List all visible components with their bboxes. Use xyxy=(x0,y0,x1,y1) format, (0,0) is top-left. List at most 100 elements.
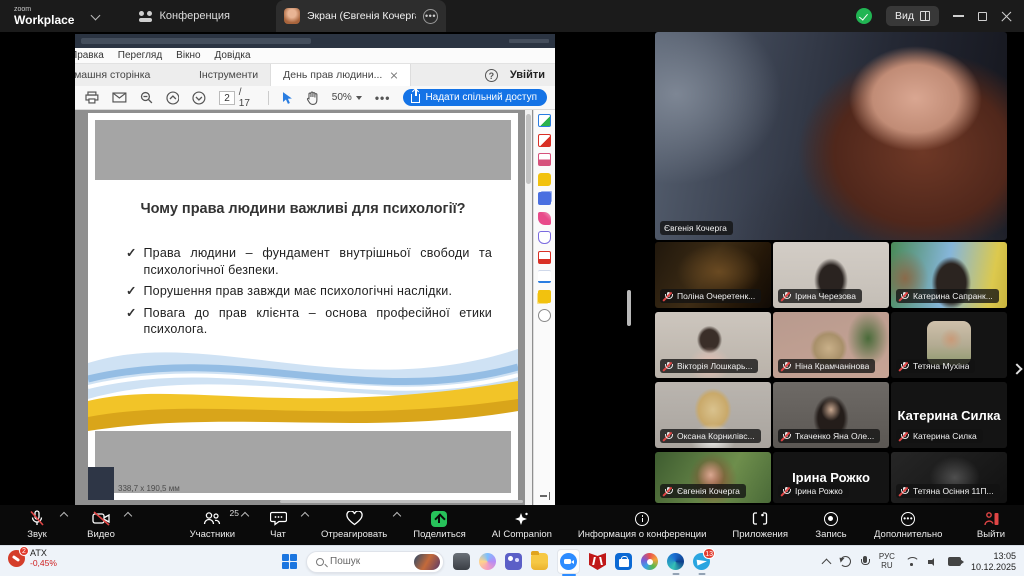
more-tools-icon[interactable] xyxy=(538,309,551,322)
camera-tray-icon[interactable] xyxy=(948,557,961,566)
language-switcher[interactable]: РУС RU xyxy=(879,553,895,570)
teams-app-icon[interactable] xyxy=(505,553,522,570)
export-pdf-icon[interactable] xyxy=(538,114,551,127)
active-speaker-video[interactable]: Євгенія Кочерга xyxy=(655,32,1007,240)
photos-app-icon[interactable] xyxy=(641,553,658,570)
minimize-button[interactable] xyxy=(953,15,964,17)
select-cursor-icon[interactable] xyxy=(282,91,293,105)
participant-tile[interactable]: Євгенія Кочерга xyxy=(655,452,771,503)
zoom-out-icon[interactable] xyxy=(140,91,153,104)
start-button[interactable] xyxy=(282,554,297,569)
hand-tool-icon[interactable] xyxy=(306,91,319,105)
chat-button[interactable]: Чат xyxy=(261,510,295,540)
leave-meeting-button[interactable]: Выйти xyxy=(974,510,1008,540)
organize-pages-icon[interactable] xyxy=(538,290,551,303)
more-button[interactable]: ••• Дополнительно xyxy=(874,510,942,540)
participant-tile[interactable]: Ірина Рожко Ірина Рожко xyxy=(773,452,889,503)
meeting-info-button[interactable]: Информация о конференции xyxy=(578,510,707,540)
chevron-up-icon[interactable] xyxy=(60,512,68,520)
close-tab-icon[interactable] xyxy=(390,71,398,79)
reactions-button[interactable]: Отреагировать xyxy=(321,510,387,540)
chevron-up-icon[interactable] xyxy=(124,512,132,520)
page-down-icon[interactable] xyxy=(192,91,206,105)
menu-help[interactable]: Довідка xyxy=(215,50,251,61)
microsoft-store-icon[interactable] xyxy=(615,553,632,570)
chevron-up-icon[interactable] xyxy=(301,512,309,520)
email-icon[interactable] xyxy=(112,92,127,103)
sync-tray-icon[interactable] xyxy=(840,556,851,567)
tray-expand-icon[interactable] xyxy=(821,558,831,568)
file-explorer-icon[interactable] xyxy=(531,553,548,570)
task-view-button[interactable] xyxy=(453,553,470,570)
chevron-up-icon[interactable] xyxy=(393,512,401,520)
panel-resize-handle[interactable] xyxy=(627,290,631,326)
tab-document[interactable]: День прав людини... xyxy=(270,64,411,86)
mic-device-tray-icon[interactable] xyxy=(861,556,869,567)
taskbar-widget[interactable]: 2 ATX -0,45% xyxy=(8,549,57,568)
clock[interactable]: 13:05 10.12.2025 xyxy=(971,551,1016,572)
page-number-input[interactable]: 2 xyxy=(219,91,235,105)
acrobat-share-button[interactable]: Надати спільний доступ xyxy=(403,89,547,106)
wifi-icon[interactable] xyxy=(905,557,918,567)
search-input[interactable]: Пошук xyxy=(306,551,444,573)
tab-meeting[interactable]: Конференция xyxy=(139,10,229,22)
grid-view-icon xyxy=(920,11,930,21)
more-tools-icon[interactable]: ••• xyxy=(375,91,391,105)
vertical-scrollbar[interactable] xyxy=(525,110,532,505)
next-page-chevron-icon[interactable] xyxy=(1009,357,1024,381)
create-pdf-icon[interactable] xyxy=(538,134,551,147)
participant-tile[interactable]: Катерина Сапранк... xyxy=(891,242,1007,308)
horizontal-scrollbar[interactable] xyxy=(280,500,523,503)
copilot-button[interactable] xyxy=(479,553,496,570)
participant-tile[interactable]: Тетяна Мухіна xyxy=(891,312,1007,378)
zoom-level-dropdown[interactable]: 50% xyxy=(332,92,362,103)
security-shield-icon[interactable] xyxy=(856,8,872,24)
e-sign-icon[interactable] xyxy=(538,270,551,283)
fill-sign-icon[interactable] xyxy=(538,212,551,225)
info-icon xyxy=(635,512,649,526)
participants-button[interactable]: 25 Участники xyxy=(190,510,235,540)
participant-tile[interactable]: Ніна Крамчанінова xyxy=(773,312,889,378)
mcafee-app-icon[interactable] xyxy=(589,553,606,570)
chevron-down-icon[interactable] xyxy=(91,10,101,20)
menu-view[interactable]: Перегляд xyxy=(118,50,162,61)
volume-icon[interactable] xyxy=(928,557,938,567)
ai-companion-button[interactable]: AI Companion xyxy=(492,510,552,540)
record-button[interactable]: Запись xyxy=(814,510,848,540)
view-button[interactable]: Вид xyxy=(886,6,939,26)
comment-icon[interactable] xyxy=(538,173,551,186)
tab-tools[interactable]: Інструменти xyxy=(187,64,270,86)
participant-tile[interactable]: Оксана Корнилівс... xyxy=(655,382,771,448)
tab-options-icon[interactable]: ••• xyxy=(423,9,438,24)
telegram-app-icon[interactable]: 13 xyxy=(693,553,710,570)
participant-tile[interactable]: Тетяна Осіння 11П... xyxy=(891,452,1007,503)
page-up-icon[interactable] xyxy=(166,91,180,105)
audio-button[interactable]: Звук xyxy=(20,510,54,540)
participant-tile[interactable]: Ірина Черезова xyxy=(773,242,889,308)
menu-window[interactable]: Вікно xyxy=(176,50,200,61)
participant-tile[interactable]: Поліна Очеретенк... xyxy=(655,242,771,308)
close-button[interactable] xyxy=(1001,11,1012,22)
sign-in-button[interactable]: Увійти xyxy=(510,69,545,81)
print-icon[interactable] xyxy=(85,91,99,104)
combine-files-icon[interactable] xyxy=(538,192,551,205)
chevron-up-icon[interactable] xyxy=(241,512,249,520)
zoom-app-icon[interactable] xyxy=(557,549,580,574)
protect-icon[interactable] xyxy=(538,231,551,244)
participant-tile[interactable]: Вікторія Лошкарь... xyxy=(655,312,771,378)
compress-pdf-icon[interactable] xyxy=(538,251,551,264)
participant-tile[interactable]: Ткаченко Яна Оле... xyxy=(773,382,889,448)
edge-browser-icon[interactable] xyxy=(667,553,684,570)
collapse-sidebar-icon[interactable] xyxy=(540,492,550,500)
video-button[interactable]: Видео xyxy=(84,510,118,540)
tab-screen-share[interactable]: Экран (Євгенія Кочерга) ••• xyxy=(276,0,446,32)
share-screen-button[interactable]: Поделиться xyxy=(413,510,465,540)
edit-pdf-icon[interactable] xyxy=(538,153,551,166)
tab-home[interactable]: Домашня сторінка xyxy=(75,64,187,86)
stocks-widget-icon: 2 xyxy=(8,550,25,567)
participant-tile[interactable]: Катерина Силка Катерина Силка xyxy=(891,382,1007,448)
menu-edit[interactable]: Правка xyxy=(75,50,104,61)
maximize-button[interactable] xyxy=(978,12,987,21)
help-icon[interactable]: ? xyxy=(485,69,498,82)
apps-button[interactable]: Приложения xyxy=(732,510,788,540)
